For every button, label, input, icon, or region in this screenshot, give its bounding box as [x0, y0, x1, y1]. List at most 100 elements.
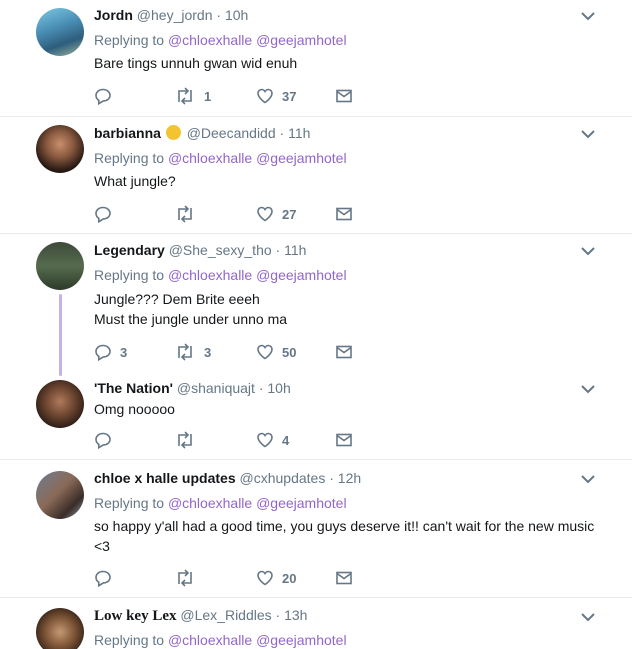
mention-link[interactable]: @chloexhalle	[168, 632, 252, 648]
user-handle[interactable]: @Lex_Riddles	[180, 607, 271, 623]
timestamp[interactable]: 12h	[338, 470, 361, 486]
avatar[interactable]	[36, 125, 84, 173]
user-handle[interactable]: @cxhupdates	[240, 470, 326, 486]
separator-dot: ·	[258, 380, 264, 396]
like-button[interactable]: 4	[256, 430, 289, 450]
like-count: 50	[282, 344, 297, 360]
reply-count: 3	[120, 344, 128, 360]
mention-link[interactable]: @geejamhotel	[256, 32, 347, 48]
user-handle[interactable]: @She_sexy_tho	[169, 242, 272, 258]
display-name[interactable]: Jordn	[94, 7, 133, 23]
reply-button[interactable]	[94, 204, 112, 224]
like-button[interactable]: 27	[256, 204, 296, 224]
dm-button[interactable]	[335, 86, 353, 106]
avatar[interactable]	[36, 608, 84, 649]
mention-link[interactable]: @geejamhotel	[256, 267, 347, 283]
tweet-text: Jungle??? Dem Brite eeeh Must the jungle…	[94, 289, 604, 329]
mention-link[interactable]: @geejamhotel	[256, 495, 347, 511]
retweet-button[interactable]: 1	[174, 86, 211, 106]
user-handle[interactable]: @Deecandidd	[187, 125, 276, 141]
mention-link[interactable]: @geejamhotel	[256, 632, 347, 648]
display-name[interactable]: chloe x halle updates	[94, 470, 236, 486]
tweet-header: Legendary @She_sexy_tho · 11h	[94, 242, 306, 258]
tweet-header: barbianna @Deecandidd · 11h	[94, 125, 310, 141]
mention-link[interactable]: @chloexhalle	[168, 32, 252, 48]
timestamp[interactable]: 11h	[284, 242, 306, 258]
display-name[interactable]: 'The Nation'	[94, 380, 173, 396]
tweet-text: What jungle?	[94, 171, 604, 191]
chevron-down-icon[interactable]	[580, 383, 596, 395]
display-name[interactable]: barbianna	[94, 125, 161, 141]
dm-button[interactable]	[335, 568, 353, 588]
tweet-text-line: Bare tings unnuh gwan wid enuh	[94, 55, 298, 71]
reply-button[interactable]	[94, 86, 112, 106]
reply-icon	[95, 344, 111, 361]
mention-link[interactable]: @geejamhotel	[256, 150, 347, 166]
reply-button[interactable]	[94, 568, 112, 588]
dm-button[interactable]	[335, 204, 353, 224]
retweet-button[interactable]	[174, 430, 196, 450]
tweet-card[interactable]: 'The Nation' @shaniquajt · 10h Omg noooo…	[0, 374, 632, 459]
chevron-down-icon[interactable]	[580, 10, 596, 22]
replying-label: Replying to	[94, 150, 165, 166]
retweet-icon	[178, 431, 192, 449]
chevron-down-icon[interactable]	[580, 245, 596, 257]
retweet-button[interactable]	[174, 204, 196, 224]
retweet-icon	[178, 205, 192, 223]
tweet-card[interactable]: Jordn @hey_jordn · 10h Replying to @chlo…	[0, 0, 632, 116]
tweet-text-line: What jungle?	[94, 173, 176, 189]
mention-link[interactable]: @chloexhalle	[168, 495, 252, 511]
tweet-actions: 27	[94, 204, 394, 224]
reply-button[interactable]: 3	[94, 342, 127, 362]
reply-button[interactable]	[94, 430, 112, 450]
user-handle[interactable]: @hey_jordn	[137, 7, 213, 23]
retweet-button[interactable]: 3	[174, 342, 211, 362]
replying-label: Replying to	[94, 632, 165, 648]
envelope-icon	[336, 345, 352, 359]
tweet-header: 'The Nation' @shaniquajt · 10h	[94, 380, 291, 396]
replying-to: Replying to @chloexhalle @geejamhotel	[94, 150, 347, 166]
like-button[interactable]: 20	[256, 568, 296, 588]
thread-connector	[59, 294, 62, 376]
timestamp[interactable]: 11h	[288, 125, 310, 141]
mention-link[interactable]: @chloexhalle	[168, 267, 252, 283]
display-name[interactable]: Low key Lex	[94, 608, 177, 624]
tweet-card[interactable]: barbianna @Deecandidd · 11h Replying to …	[0, 117, 632, 233]
retweet-button[interactable]	[174, 568, 196, 588]
tweet-text-line: Must the jungle under unno ma	[94, 311, 288, 327]
chevron-down-icon[interactable]	[580, 611, 596, 623]
dm-button[interactable]	[335, 430, 353, 450]
chevron-down-icon[interactable]	[580, 128, 596, 140]
chevron-down-icon[interactable]	[580, 473, 596, 485]
user-handle[interactable]: @shaniquajt	[177, 380, 255, 396]
tweet-actions: 20	[94, 568, 394, 588]
timestamp[interactable]: 10h	[267, 380, 290, 396]
tweet-header: Jordn @hey_jordn · 10h	[94, 7, 248, 23]
replying-to: Replying to @chloexhalle @geejamhotel	[94, 632, 347, 648]
avatar[interactable]	[36, 380, 84, 428]
tweet-card[interactable]: Low key Lex @Lex_Riddles · 13h Replying …	[0, 598, 632, 649]
mention-link[interactable]: @chloexhalle	[168, 150, 252, 166]
avatar[interactable]	[36, 242, 84, 290]
display-name[interactable]: Legendary	[94, 242, 165, 258]
tweet-text-line: so happy y'all had a good time, you guys…	[94, 518, 595, 534]
separator-dot: ·	[275, 242, 281, 258]
like-button[interactable]: 37	[256, 86, 296, 106]
timestamp[interactable]: 13h	[284, 607, 307, 623]
replying-to: Replying to @chloexhalle @geejamhotel	[94, 267, 347, 283]
timestamp[interactable]: 10h	[225, 7, 248, 23]
heart-icon	[257, 206, 273, 222]
avatar[interactable]	[36, 8, 84, 56]
like-button[interactable]: 50	[256, 342, 296, 362]
envelope-icon	[336, 433, 352, 447]
retweet-count: 1	[204, 88, 212, 104]
tweet-card[interactable]: Legendary @She_sexy_tho · 11h Replying t…	[0, 234, 632, 376]
replying-to: Replying to @chloexhalle @geejamhotel	[94, 32, 347, 48]
separator-dot: ·	[329, 470, 334, 486]
tweet-card[interactable]: chloe x halle updates @cxhupdates · 12h …	[0, 460, 632, 597]
avatar[interactable]	[36, 471, 84, 519]
dm-button[interactable]	[335, 342, 353, 362]
heart-icon	[257, 88, 273, 104]
reply-icon	[95, 432, 111, 449]
replying-label: Replying to	[94, 32, 165, 48]
